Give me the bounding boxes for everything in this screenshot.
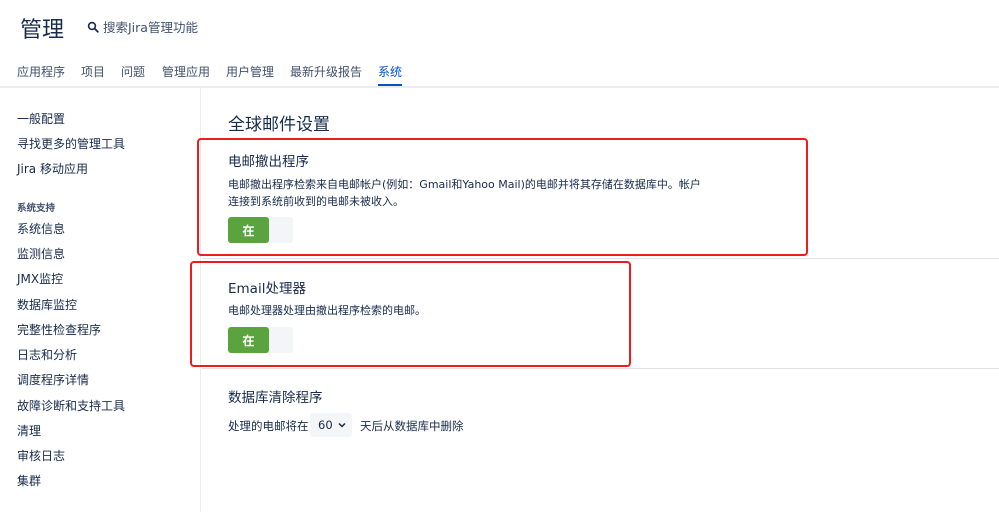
tab-projects[interactable]: 项目 xyxy=(81,63,105,80)
sidebar-item-cleanup[interactable]: 清理 xyxy=(17,422,41,439)
page-header: 管理 搜索Jira管理功能 xyxy=(0,0,999,52)
db-cleanup-prefix: 处理的电邮将在 xyxy=(228,419,309,433)
tab-user-management[interactable]: 用户管理 xyxy=(226,63,274,80)
chevron-down-icon xyxy=(338,422,346,428)
highlight-box xyxy=(197,138,808,256)
search-icon xyxy=(87,21,99,33)
tab-applications[interactable]: 应用程序 xyxy=(17,63,65,80)
tab-latest-upgrade-report[interactable]: 最新升级报告 xyxy=(290,63,362,80)
sidebar-item-troubleshooting-tools[interactable]: 故障诊断和支持工具 xyxy=(17,397,125,414)
tab-system[interactable]: 系统 xyxy=(378,63,402,80)
active-tab-indicator xyxy=(378,84,402,86)
cleanup-days-select[interactable]: 60 xyxy=(310,413,352,437)
admin-search[interactable]: 搜索Jira管理功能 xyxy=(87,17,198,36)
admin-sidebar: 一般配置 寻找更多的管理工具 Jira 移动应用 系统支持 系统信息 监测信息 … xyxy=(0,88,201,512)
sidebar-item-jmx-monitoring[interactable]: JMX监控 xyxy=(17,270,63,287)
sidebar-item-monitoring-info[interactable]: 监测信息 xyxy=(17,245,65,262)
sidebar-item-clustering[interactable]: 集群 xyxy=(17,472,41,489)
sidebar-item-system-info[interactable]: 系统信息 xyxy=(17,220,65,237)
sidebar-item-audit-log[interactable]: 审核日志 xyxy=(17,447,65,464)
tab-manage-apps[interactable]: 管理应用 xyxy=(162,63,210,80)
sidebar-item-scheduler-details[interactable]: 调度程序详情 xyxy=(17,371,89,388)
tab-issues[interactable]: 问题 xyxy=(121,63,145,80)
sidebar-item-integrity-checker[interactable]: 完整性检查程序 xyxy=(17,321,101,338)
db-cleanup-suffix: 天后从数据库中删除 xyxy=(360,419,464,433)
sidebar-item-find-more-admin-tools[interactable]: 寻找更多的管理工具 xyxy=(17,135,125,152)
sidebar-item-general-configuration[interactable]: 一般配置 xyxy=(17,110,65,127)
sidebar-item-logging-and-profiling[interactable]: 日志和分析 xyxy=(17,346,77,363)
page-title: 管理 xyxy=(20,18,65,43)
sidebar-item-jira-mobile-app[interactable]: Jira 移动应用 xyxy=(17,160,88,177)
db-cleanup-title: 数据库清除程序 xyxy=(228,390,323,406)
section-divider xyxy=(202,258,999,259)
search-label: 搜索Jira管理功能 xyxy=(103,20,198,35)
page-section-title: 全球邮件设置 xyxy=(228,115,330,135)
sidebar-item-database-monitoring[interactable]: 数据库监控 xyxy=(17,296,77,313)
highlight-box xyxy=(190,261,631,367)
admin-tabs: 应用程序 项目 问题 管理应用 用户管理 最新升级报告 系统 xyxy=(0,52,999,88)
cleanup-days-value: 60 xyxy=(318,418,333,432)
section-divider xyxy=(202,368,999,369)
sidebar-heading-system-support: 系统支持 xyxy=(17,203,56,214)
